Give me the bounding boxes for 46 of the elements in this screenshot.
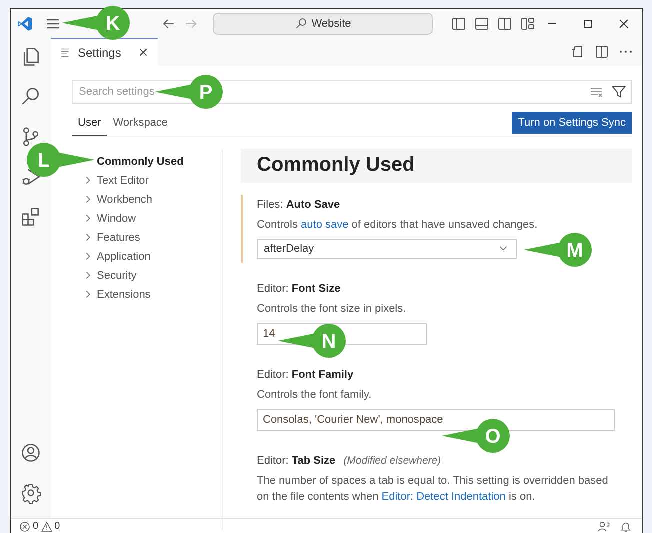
toc-item[interactable]: Window — [72, 209, 136, 228]
sync-button[interactable]: Turn on Settings Sync — [512, 112, 632, 134]
section-heading: Commonly Used — [241, 149, 632, 183]
toc-item[interactable]: Features — [72, 228, 140, 247]
toc-item[interactable]: Workbench — [72, 190, 152, 209]
setting-title: Files: Auto Save — [257, 199, 342, 211]
feedback-icon[interactable] — [598, 520, 610, 532]
split-editor-icon[interactable] — [594, 44, 610, 60]
settings-file-icon — [59, 46, 72, 59]
command-center[interactable]: Website — [213, 12, 433, 34]
link[interactable]: auto save — [301, 219, 349, 231]
chevron-icon — [84, 176, 93, 185]
customize-layout-icon[interactable] — [520, 16, 536, 32]
extensions-icon[interactable] — [20, 206, 42, 228]
chevron-icon — [84, 233, 93, 242]
scope-tab[interactable]: User — [72, 113, 108, 136]
toc-item[interactable]: Extensions — [72, 285, 151, 304]
bell-icon[interactable] — [620, 520, 632, 532]
problems-indicator[interactable]: 0 0 — [19, 520, 60, 532]
setting-description: Controls the font family. — [257, 388, 373, 403]
setting-title: Editor: Font Size — [257, 282, 342, 295]
toc-item[interactable]: Application — [72, 247, 151, 266]
chevron-icon — [84, 252, 93, 261]
chevron-icon — [84, 214, 93, 223]
setting-description: Controls the font size in pixels. — [257, 302, 408, 317]
setting-title: Editor: Font Family — [257, 368, 355, 381]
search-icon — [294, 17, 308, 30]
setting-description: Controls auto save of editors that have unsaved changes. — [257, 218, 539, 233]
settings-icon[interactable] — [20, 482, 42, 504]
toc-item[interactable]: Security — [72, 266, 137, 285]
link[interactable]: Editor: Detect Indentation — [382, 490, 506, 503]
chevron-icon — [84, 195, 93, 204]
dropdown[interactable]: afterDelay — [257, 238, 517, 259]
filter-icon[interactable] — [611, 84, 627, 100]
sidebar-layout-icon[interactable] — [451, 16, 467, 32]
panel-layout-icon[interactable] — [474, 16, 490, 32]
account-icon[interactable] — [20, 442, 42, 464]
app-logo-icon[interactable] — [17, 16, 33, 32]
editor-tab[interactable]: Settings — [51, 38, 158, 66]
chevron-icon — [84, 271, 93, 280]
split-layout-icon[interactable] — [497, 16, 513, 32]
scope-tab[interactable]: Workspace — [107, 113, 174, 136]
setting-title: Editor: Tab Size (Modified elsewhere) — [257, 454, 442, 467]
setting-description: The number of spaces a tab is equal to. This setting is overridden based on the file contents when Editor: Detect Indentation is on. — [257, 474, 610, 505]
run-debug-icon[interactable] — [20, 166, 42, 188]
chevron-icon — [84, 290, 93, 299]
